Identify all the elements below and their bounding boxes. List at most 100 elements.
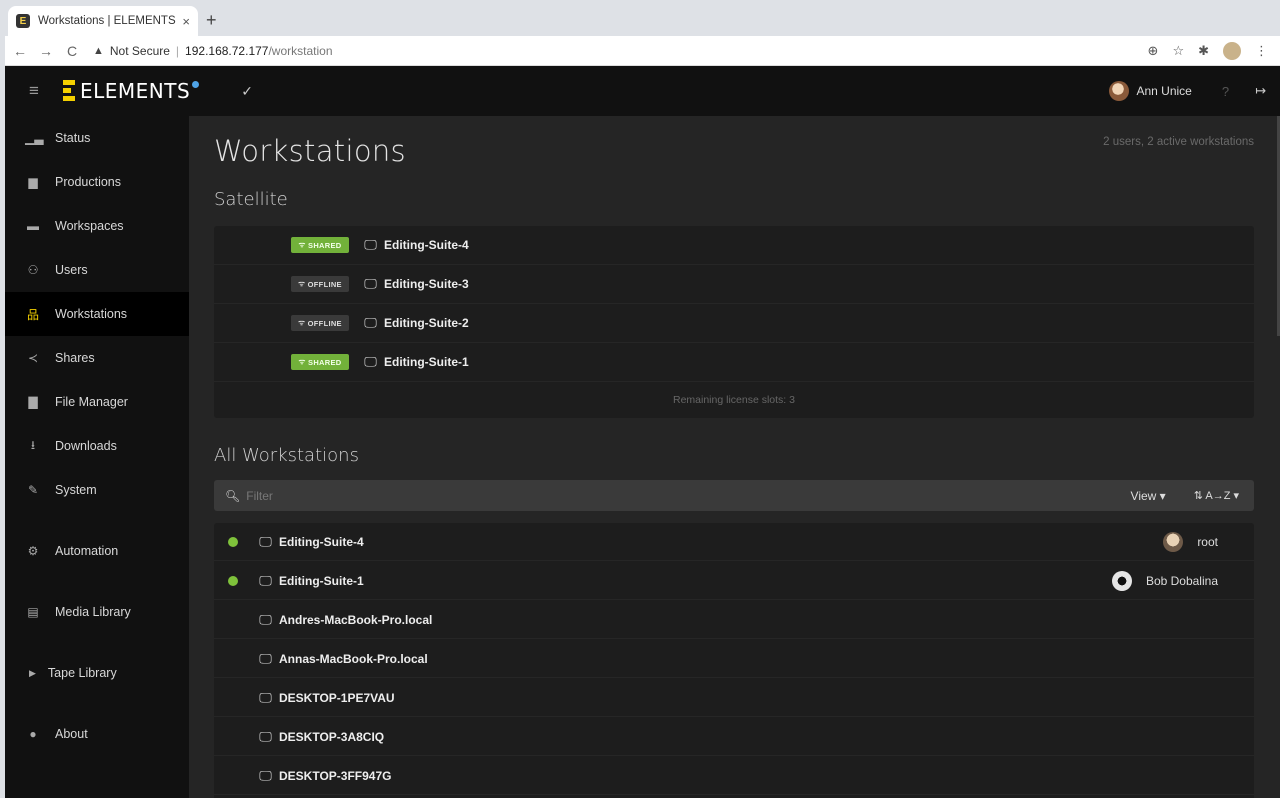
workstation-name: DESKTOP-1PE7VAU bbox=[279, 690, 395, 705]
briefcase-icon: ▆ bbox=[28, 175, 38, 189]
main-content: Workstations 2 users, 2 active workstati… bbox=[189, 116, 1280, 798]
sidebar-item-label: About bbox=[55, 727, 88, 741]
back-icon[interactable]: ← bbox=[9, 43, 31, 59]
remaining-license-slots: Remaining license slots: 3 bbox=[673, 394, 795, 406]
satellite-row[interactable]: ᯤ SHARED 🖵 Editing-Suite-4 bbox=[214, 226, 1254, 265]
sidebar-item-label: Workstations bbox=[55, 307, 128, 321]
download-icon: ⭳ bbox=[30, 437, 36, 452]
monitor-icon: 🖵 bbox=[364, 237, 377, 252]
sidebar-item-workspaces[interactable]: ▬ Workspaces bbox=[5, 204, 189, 248]
satellite-row[interactable]: ᯤ SHARED 🖵 Editing-Suite-1 bbox=[214, 343, 1254, 382]
forward-icon[interactable]: → bbox=[35, 43, 57, 59]
sidebar-item-users[interactable]: ⚇ Users bbox=[5, 248, 189, 292]
satellite-panel: ᯤ SHARED 🖵 Editing-Suite-4 ᯤ OFFLINE 🖵 E… bbox=[214, 226, 1254, 418]
sidebar-item-status[interactable]: ▁▃ Status bbox=[5, 116, 189, 160]
page-title: Workstations bbox=[214, 134, 406, 168]
sidebar-item-label: Media Library bbox=[55, 605, 131, 619]
offline-badge: ᯤ OFFLINE bbox=[291, 276, 349, 292]
sidebar-item-workstations[interactable]: 品 Workstations bbox=[5, 292, 189, 336]
logout-icon[interactable]: ↦ bbox=[1255, 83, 1266, 99]
sidebar-item-automation[interactable]: ⚙ Automation bbox=[5, 529, 189, 573]
monitor-icon: 🖵 bbox=[259, 650, 272, 666]
workstation-name: Editing-Suite-4 bbox=[279, 534, 364, 549]
elements-favicon-icon: E bbox=[16, 14, 30, 28]
info-icon: ● bbox=[29, 727, 37, 741]
sidebar-item-system[interactable]: ✎ System bbox=[5, 468, 189, 512]
sidebar-item-downloads[interactable]: ⭳ Downloads bbox=[5, 424, 189, 468]
browser-toolbar: ← → C ▲ Not Secure | 192.168.72.177 /wor… bbox=[5, 36, 1280, 66]
chart-icon: ▁▃ bbox=[25, 131, 44, 145]
workstation-name: DESKTOP-3A8CIQ bbox=[279, 729, 385, 744]
bookmark-star-icon[interactable]: ☆ bbox=[1172, 43, 1184, 59]
sidebar-item-label: Productions bbox=[55, 175, 122, 189]
sidebar-item-tape-library[interactable]: ▶ Tape Library bbox=[5, 651, 189, 695]
url-host: 192.168.72.177 bbox=[185, 43, 269, 58]
satellite-title: Satellite bbox=[214, 189, 288, 210]
workstation-name: Editing-Suite-1 bbox=[279, 573, 364, 588]
sidebar-item-file-manager[interactable]: ▇ File Manager bbox=[5, 380, 189, 424]
monitor-icon: 🖵 bbox=[259, 611, 272, 627]
monitor-icon: 🖵 bbox=[259, 767, 272, 783]
share-icon: ≺ bbox=[27, 351, 39, 365]
user-avatar[interactable] bbox=[1109, 81, 1130, 101]
table-row[interactable]: 🖵 DESKTOP-1PE7VAU bbox=[214, 679, 1254, 717]
address-bar[interactable]: ▲ Not Secure | 192.168.72.177 /workstati… bbox=[93, 39, 1148, 63]
sidebar-item-about[interactable]: ● About bbox=[5, 712, 189, 756]
workstation-name: Annas-MacBook-Pro.local bbox=[279, 651, 428, 666]
sidebar-item-shares[interactable]: ≺ Shares bbox=[5, 336, 189, 380]
hamburger-menu-icon[interactable]: ≡ bbox=[5, 81, 63, 101]
table-row[interactable]: 🖵 DESKTOP-3A8CIQ bbox=[214, 718, 1254, 756]
monitor-icon: 🖵 bbox=[364, 315, 377, 330]
sidebar-item-label: Automation bbox=[55, 544, 119, 558]
browser-menu-icon[interactable]: ⋮ bbox=[1255, 43, 1268, 59]
tab-title: Workstations | ELEMENTS bbox=[38, 15, 176, 27]
new-tab-button[interactable]: + bbox=[206, 10, 217, 31]
table-row[interactable]: 🖵 Editing-Suite-1 Bob Dobalina bbox=[214, 562, 1254, 600]
filter-input[interactable] bbox=[246, 488, 847, 503]
table-row[interactable]: 🖵 DESKTOP-3FF947G bbox=[214, 757, 1254, 795]
monitor-icon: 🖵 bbox=[259, 572, 272, 588]
help-icon[interactable]: ? bbox=[1222, 84, 1229, 99]
browser-tab[interactable]: E Workstations | ELEMENTS × bbox=[8, 6, 198, 36]
workstation-name: Editing-Suite-1 bbox=[384, 355, 469, 369]
table-row[interactable]: 🖵 Andres-MacBook-Pro.local bbox=[214, 601, 1254, 639]
media-library-icon: ▤ bbox=[27, 605, 39, 619]
elements-logo[interactable]: ELEMENTS bbox=[63, 66, 200, 116]
sidebar-item-media-library[interactable]: ▤ Media Library bbox=[5, 590, 189, 634]
workstation-name: DESKTOP-3FF947G bbox=[279, 768, 392, 783]
zoom-icon[interactable]: ⊕ bbox=[1148, 43, 1159, 59]
reload-icon[interactable]: C bbox=[61, 43, 83, 59]
tasks-check-icon[interactable]: ✓ bbox=[241, 83, 253, 100]
user-name[interactable]: Ann Unice bbox=[1136, 84, 1191, 98]
app-header: ≡ ELEMENTS ✓ Ann Unice ? ↦ bbox=[5, 66, 1280, 116]
folder-icon: ▬ bbox=[27, 219, 39, 233]
sidebar: ▁▃ Status ▆ Productions ▬ Workspaces ⚇ U… bbox=[5, 116, 189, 798]
table-row[interactable]: 🖵 Annas-MacBook-Pro.local bbox=[214, 640, 1254, 678]
monitor-icon: 🖵 bbox=[259, 689, 272, 705]
all-workstations-list: 🖵 Editing-Suite-4 root 🖵 Editing-Suite-1… bbox=[214, 523, 1254, 798]
browser-tab-bar: E Workstations | ELEMENTS × + bbox=[0, 0, 1280, 36]
search-icon: 🔍︎ bbox=[225, 488, 241, 503]
logo-text: ELEMENTS bbox=[80, 79, 191, 103]
satellite-row[interactable]: ᯤ OFFLINE 🖵 Editing-Suite-3 bbox=[214, 265, 1254, 304]
elements-app: ≡ ELEMENTS ✓ Ann Unice ? ↦ ▁▃ Status ▆ P… bbox=[5, 66, 1280, 798]
workstation-user: root bbox=[1163, 531, 1218, 552]
shared-badge: ᯤ SHARED bbox=[291, 237, 349, 253]
profile-avatar[interactable] bbox=[1223, 41, 1241, 60]
security-label: Not Secure bbox=[109, 43, 170, 58]
shared-badge: ᯤ SHARED bbox=[291, 354, 349, 370]
table-row[interactable]: 🖵 Editing-Suite-4 root bbox=[214, 523, 1254, 561]
sidebar-item-productions[interactable]: ▆ Productions bbox=[5, 160, 189, 204]
view-dropdown[interactable]: View ▾ bbox=[1131, 489, 1166, 503]
caret-right-icon: ▶ bbox=[29, 667, 36, 678]
satellite-row[interactable]: ᯤ OFFLINE 🖵 Editing-Suite-2 bbox=[214, 304, 1254, 343]
sort-dropdown[interactable]: ⇅ A→Z ▾ bbox=[1194, 489, 1239, 502]
offline-badge: ᯤ OFFLINE bbox=[291, 315, 349, 331]
tab-close-icon[interactable]: × bbox=[182, 14, 190, 29]
logo-mark-icon bbox=[63, 80, 75, 102]
sidebar-item-label: Status bbox=[55, 131, 91, 145]
file-manager-icon: ▇ bbox=[28, 395, 38, 409]
extensions-icon[interactable]: ✱ bbox=[1198, 43, 1209, 59]
sidebar-item-label: Users bbox=[55, 263, 88, 277]
user-avatar bbox=[1163, 531, 1184, 552]
